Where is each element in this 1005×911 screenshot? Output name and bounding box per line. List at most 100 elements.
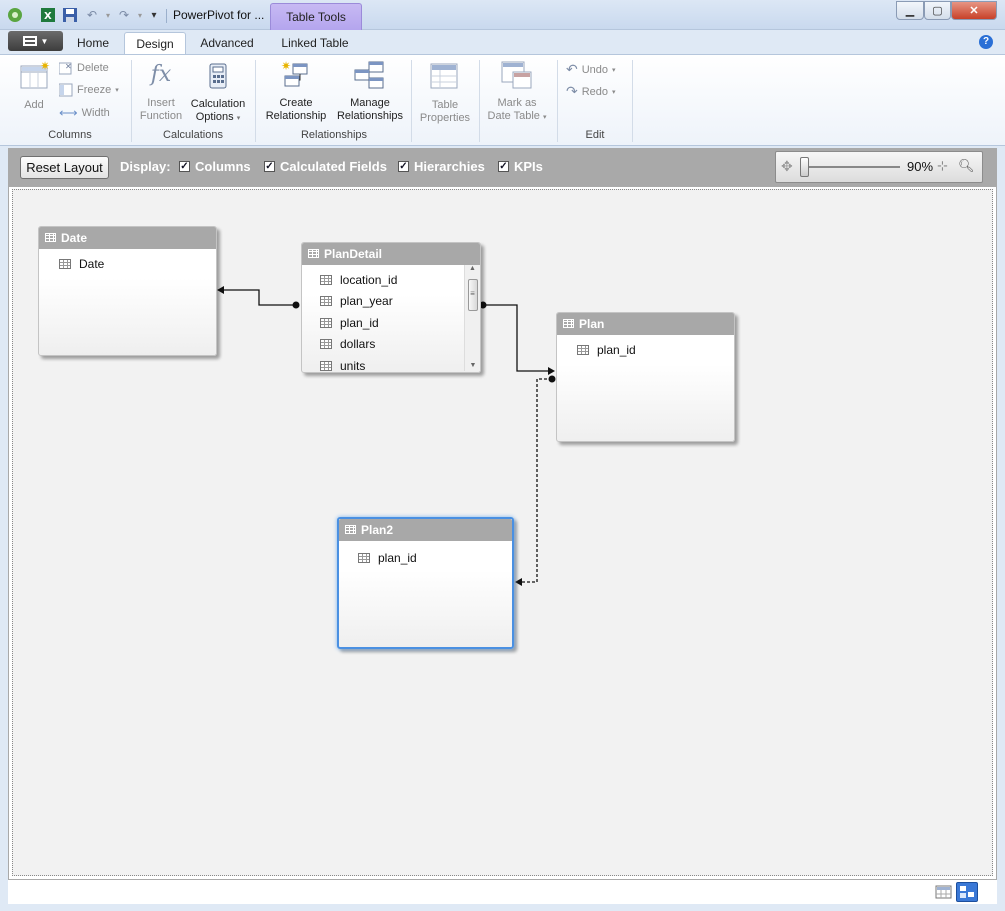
table-header[interactable]: PlanDetail [302, 243, 480, 265]
undo-label: Undo [581, 63, 609, 76]
undo-button[interactable]: ↶ Undo ▾ [566, 61, 616, 78]
column-name: plan_id [340, 316, 379, 330]
column-item[interactable]: dollars [320, 337, 375, 351]
column-name: plan_year [340, 294, 393, 308]
delete-button[interactable]: ✕ Delete [59, 61, 109, 75]
data-view-icon[interactable] [935, 884, 953, 900]
ribbon-separator [479, 60, 480, 142]
column-item[interactable]: units [320, 359, 365, 372]
calculator-icon [209, 63, 227, 89]
calculated-fields-checkbox[interactable]: ✓ [264, 161, 275, 172]
save-icon[interactable] [62, 7, 78, 23]
mark-as-date-table-label-line2: Date Table ▾ [487, 110, 547, 122]
scroll-up-icon[interactable]: ▲ [465, 265, 480, 277]
scroll-down-icon[interactable]: ▼ [465, 362, 480, 369]
redo-icon: ↷ [566, 83, 578, 99]
zoom-slider-thumb[interactable] [800, 157, 809, 177]
close-button[interactable]: ✕ [951, 1, 997, 20]
table-name: Date [61, 231, 88, 245]
hierarchies-checkbox-label[interactable]: Hierarchies [414, 159, 485, 174]
table-name: Plan [579, 317, 605, 331]
function-fx-icon: fx [150, 62, 172, 87]
diagram-view-icon[interactable] [956, 882, 978, 902]
file-menu-icon [22, 36, 37, 46]
window-title: PowerPivot for ... [173, 8, 265, 22]
table-properties-button[interactable]: Table Properties [416, 62, 474, 125]
delete-column-icon: ✕ [59, 62, 72, 75]
zoom-value: 90% [907, 159, 934, 174]
table-card-plan2[interactable]: Plan2 plan_id [337, 517, 514, 649]
columns-checkbox-label[interactable]: Columns [195, 159, 251, 174]
minimize-button[interactable]: ▁ [896, 1, 924, 20]
calculation-options-label-line2: Options ▾ [195, 111, 241, 123]
table-header[interactable]: Plan2 [339, 519, 512, 541]
insert-function-button[interactable]: fx Insert Function [138, 62, 184, 123]
column-icon [59, 259, 71, 269]
columns-checkbox[interactable]: ✓ [179, 161, 190, 172]
table-header[interactable]: Plan [557, 313, 734, 335]
add-column-button[interactable]: ✷ Add [20, 59, 52, 112]
add-label: Add [24, 99, 44, 111]
redo-dropdown-icon: ▾ [612, 88, 616, 96]
column-item[interactable]: location_id [320, 273, 397, 287]
zoom-magnifier-icon[interactable]: 🔍︎ [958, 158, 975, 174]
manage-relationships-button[interactable]: Manage Relationships [334, 60, 406, 123]
manage-relationships-icon [354, 61, 384, 89]
width-button[interactable]: ⟷ Width [59, 105, 110, 121]
undo-icon: ↶ [566, 61, 578, 77]
redo-quick-icon[interactable]: ↷ [116, 7, 132, 23]
redo-button[interactable]: ↷ Redo ▾ [566, 83, 616, 100]
column-item[interactable]: plan_id [577, 343, 636, 357]
display-label: Display: [120, 159, 171, 174]
table-card-date[interactable]: Date Date [38, 226, 217, 356]
column-item[interactable]: plan_id [358, 551, 417, 565]
kpis-checkbox-label[interactable]: KPIs [514, 159, 543, 174]
date-table-icon [501, 61, 532, 89]
maximize-button[interactable]: ▢ [924, 1, 951, 20]
reset-layout-button[interactable]: Reset Layout [20, 156, 109, 179]
column-item[interactable]: plan_year [320, 294, 393, 308]
svg-text:X: X [44, 11, 52, 22]
column-name: dollars [340, 337, 376, 351]
add-column-icon: ✷ [20, 59, 50, 89]
table-name: Plan2 [361, 523, 394, 537]
table-header[interactable]: Date [39, 227, 216, 249]
mark-as-date-table-button[interactable]: Mark as Date Table ▾ [484, 60, 550, 124]
column-item[interactable]: Date [59, 257, 104, 271]
freeze-icon [59, 83, 73, 97]
column-icon [320, 361, 332, 371]
tab-advanced[interactable]: Advanced [192, 32, 262, 54]
help-icon[interactable]: ? [979, 35, 993, 49]
calculation-options-button[interactable]: Calculation Options ▾ [188, 62, 248, 125]
table-icon [345, 525, 356, 534]
undo-dropdown-icon[interactable]: ▾ [100, 7, 116, 23]
column-list-scrollbar[interactable]: ▲ ≡ ▼ [464, 265, 480, 371]
tab-linked-table[interactable]: Linked Table [272, 32, 358, 54]
hierarchies-checkbox[interactable]: ✓ [398, 161, 409, 172]
ribbon-separator [632, 60, 633, 142]
tab-design[interactable]: Design [124, 32, 186, 54]
file-menu-button[interactable]: ▼ [8, 31, 63, 51]
customize-quick-access-icon[interactable]: ▾ [146, 7, 162, 23]
tab-home[interactable]: Home [68, 32, 118, 54]
scrollbar-thumb[interactable]: ≡ [467, 279, 478, 311]
svg-text:✷: ✷ [40, 60, 50, 73]
table-icon [308, 249, 319, 258]
svg-text:✕: ✕ [65, 62, 72, 71]
create-relationship-button[interactable]: ✷ Create Relationship [262, 59, 330, 123]
excel-icon[interactable]: X [40, 7, 56, 23]
freeze-button[interactable]: Freeze ▾ [59, 83, 119, 97]
width-label: Width [81, 107, 110, 119]
pan-icon[interactable]: ✥ [781, 158, 793, 175]
column-item[interactable]: plan_id [320, 316, 379, 330]
fit-to-window-icon[interactable]: ⊹ [937, 158, 948, 174]
calculated-fields-checkbox-label[interactable]: Calculated Fields [280, 159, 387, 174]
table-card-plandetail[interactable]: PlanDetail location_id plan_year plan_id… [301, 242, 481, 373]
zoom-slider-track[interactable] [800, 166, 900, 168]
table-card-plan[interactable]: Plan plan_id [556, 312, 735, 442]
kpis-checkbox[interactable]: ✓ [498, 161, 509, 172]
table-properties-label-line2: Properties [419, 112, 471, 124]
column-icon [320, 318, 332, 328]
undo-quick-icon[interactable]: ↶ [84, 7, 100, 23]
column-name: plan_id [597, 343, 636, 357]
